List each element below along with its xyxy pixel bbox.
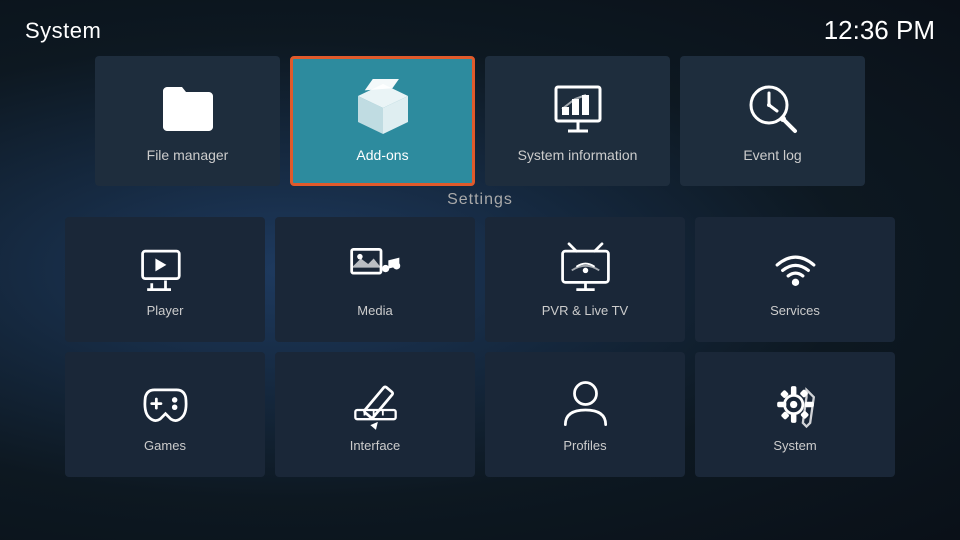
tile-file-manager[interactable]: File manager	[95, 56, 280, 186]
tile-system-label: System	[773, 438, 816, 453]
pen-icon	[348, 377, 403, 432]
media-icon	[348, 242, 403, 297]
tile-interface-label: Interface	[350, 438, 401, 453]
tile-add-ons-label: Add-ons	[356, 147, 408, 163]
top-tiles-row: File manager Add-ons	[0, 56, 960, 186]
tile-player[interactable]: Player	[65, 217, 265, 342]
gamepad-icon	[138, 377, 193, 432]
tile-services[interactable]: Services	[695, 217, 895, 342]
folder-icon	[158, 79, 218, 139]
tile-games-label: Games	[144, 438, 186, 453]
tile-system-information[interactable]: System information	[485, 56, 670, 186]
tile-media[interactable]: Media	[275, 217, 475, 342]
clock-search-icon	[743, 79, 803, 139]
page-title: System	[25, 18, 101, 44]
clock: 12:36 PM	[824, 15, 935, 46]
settings-grid: Player Media	[65, 217, 895, 477]
tile-profiles-label: Profiles	[563, 438, 606, 453]
tile-system-information-label: System information	[518, 147, 638, 163]
tile-system[interactable]: System	[695, 352, 895, 477]
tile-pvr-live-tv[interactable]: PVR & Live TV	[485, 217, 685, 342]
person-icon	[558, 377, 613, 432]
tile-profiles[interactable]: Profiles	[485, 352, 685, 477]
tile-file-manager-label: File manager	[147, 147, 229, 163]
tile-games[interactable]: Games	[65, 352, 265, 477]
tile-player-label: Player	[147, 303, 184, 318]
tile-add-ons[interactable]: Add-ons	[290, 56, 475, 186]
header: System 12:36 PM	[0, 0, 960, 56]
chart-icon	[548, 79, 608, 139]
tv-icon	[558, 242, 613, 297]
wifi-icon	[768, 242, 823, 297]
tile-services-label: Services	[770, 303, 820, 318]
box-icon	[353, 79, 413, 139]
main-container: System 12:36 PM File manager	[0, 0, 960, 540]
tile-pvr-live-tv-label: PVR & Live TV	[542, 303, 628, 318]
settings-header: Settings	[65, 191, 895, 209]
tile-media-label: Media	[357, 303, 392, 318]
play-icon	[138, 242, 193, 297]
settings-section: Settings Player	[0, 191, 960, 477]
gear-icon	[768, 377, 823, 432]
tile-interface[interactable]: Interface	[275, 352, 475, 477]
tile-event-log-label: Event log	[743, 147, 801, 163]
tile-event-log[interactable]: Event log	[680, 56, 865, 186]
